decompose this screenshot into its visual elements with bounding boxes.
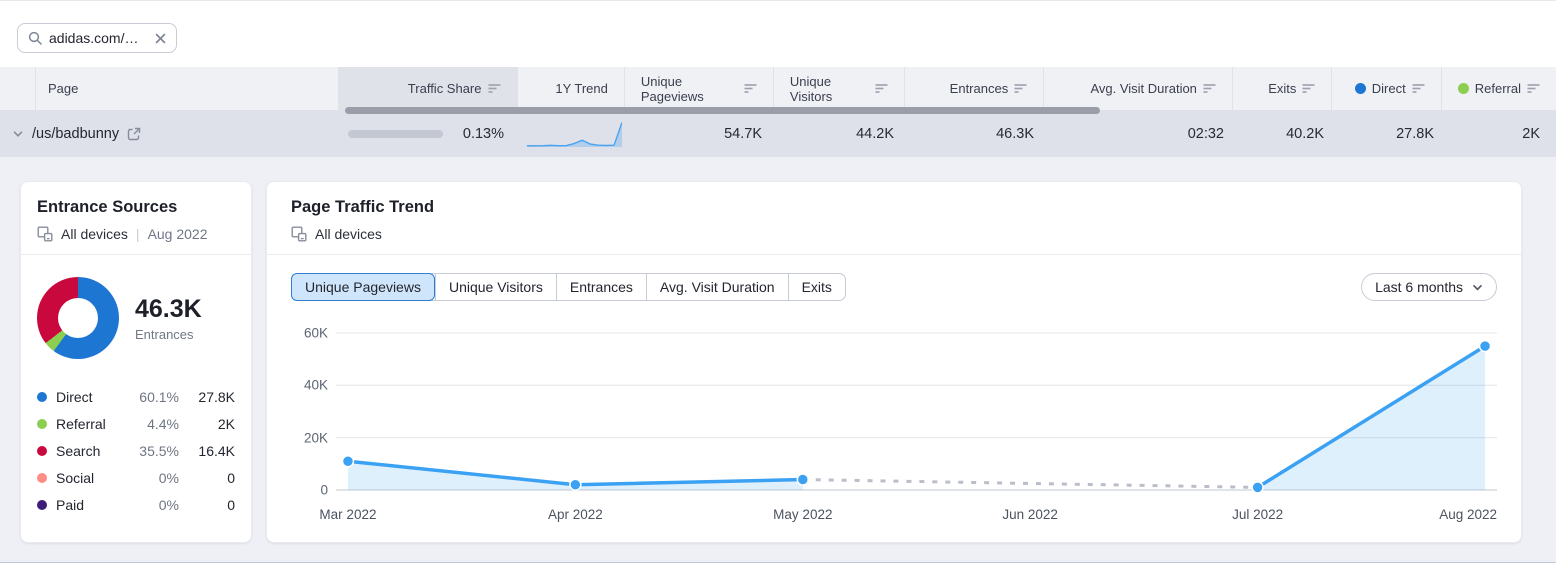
avg-visit-duration-cell: 02:32 [1050, 126, 1240, 142]
period-dropdown[interactable]: Last 6 months [1361, 273, 1497, 301]
y-axis-tick: 20K [291, 431, 328, 446]
column-header-unique-visitors[interactable]: Unique Visitors [773, 67, 904, 110]
page-filter-input[interactable]: adidas.com/… [17, 23, 177, 53]
sort-icon [1203, 83, 1216, 94]
legend-item-social: Social 0% 0 [37, 464, 235, 491]
page-traffic-trend-title: Page Traffic Trend [291, 198, 1497, 217]
x-axis-tick: Aug 2022 [1439, 507, 1497, 522]
metric-tabs: Unique Pageviews Unique Visitors Entranc… [291, 273, 846, 301]
legend-item-direct: Direct 60.1% 27.8K [37, 383, 235, 410]
legend-dot-icon [37, 500, 47, 510]
top-bar: adidas.com/… [0, 0, 1556, 67]
entrances-total-label: Entrances [135, 327, 202, 342]
column-header-avg-visit-duration[interactable]: Avg. Visit Duration [1043, 67, 1232, 110]
devices-icon [37, 226, 53, 242]
traffic-share-bar [348, 130, 443, 138]
legend-item-search: Search 35.5% 16.4K [37, 437, 235, 464]
entrance-sources-card: Entrance Sources All devices | Aug 2022 … [20, 181, 252, 543]
sort-icon [1527, 83, 1540, 94]
direct-cell: 27.8K [1340, 126, 1450, 142]
clear-search-icon[interactable] [155, 33, 166, 44]
legend-item-referral: Referral 4.4% 2K [37, 410, 235, 437]
trend-line-chart: 60K 40K 20K 0 Mar 2022 Apr 2022 May 2022… [291, 325, 1497, 530]
column-header-page: Page [0, 67, 338, 110]
table-header: Page Traffic Share 1Y Trend Unique Pagev… [0, 67, 1556, 110]
column-header-traffic-share[interactable]: Traffic Share [338, 67, 517, 110]
column-header-unique-pageviews[interactable]: Unique Pageviews [624, 67, 773, 110]
device-filter-label: All devices [315, 226, 382, 242]
column-header-entrances[interactable]: Entrances [904, 67, 1043, 110]
devices-icon [291, 226, 307, 242]
sort-icon [744, 83, 757, 94]
legend-dot-icon [37, 446, 47, 456]
unique-visitors-cell: 44.2K [778, 126, 910, 142]
y-axis-tick: 40K [291, 378, 328, 393]
page-cell: /us/badbunny [0, 126, 340, 142]
column-header-1y-trend: 1Y Trend [517, 67, 624, 110]
sort-icon [1014, 83, 1027, 94]
tab-unique-pageviews[interactable]: Unique Pageviews [291, 273, 435, 301]
entrances-cell: 46.3K [910, 126, 1050, 142]
x-axis-tick: Jun 2022 [1002, 507, 1058, 522]
y-axis-tick: 60K [291, 326, 328, 341]
external-link-icon[interactable] [127, 127, 141, 141]
x-axis-tick: Apr 2022 [548, 507, 603, 522]
sort-icon [1412, 83, 1425, 94]
table-row[interactable]: /us/badbunny 0.13% 54.7K 44.2K 46.3K 02:… [0, 110, 1556, 157]
legend-item-paid: Paid 0% 0 [37, 491, 235, 518]
search-value: adidas.com/… [49, 30, 148, 46]
device-filter-label: All devices [61, 226, 128, 242]
period-label: Aug 2022 [148, 226, 208, 242]
tab-unique-visitors[interactable]: Unique Visitors [435, 274, 556, 300]
chevron-down-icon [1472, 282, 1483, 293]
direct-dot-icon [1355, 83, 1366, 94]
page-url-link[interactable]: /us/badbunny [32, 126, 119, 142]
traffic-share-cell: 0.13% [340, 126, 520, 142]
legend-dot-icon [37, 392, 47, 402]
entrance-sources-legend: Direct 60.1% 27.8K Referral 4.4% 2K Sear… [37, 383, 235, 518]
tab-exits[interactable]: Exits [788, 274, 845, 300]
expand-chevron-icon[interactable] [12, 128, 24, 140]
tab-avg-visit-duration[interactable]: Avg. Visit Duration [646, 274, 788, 300]
x-axis-tick: Mar 2022 [319, 507, 376, 522]
column-header-referral[interactable]: Referral [1441, 67, 1556, 110]
entrance-sources-title: Entrance Sources [37, 198, 235, 217]
tab-entrances[interactable]: Entrances [556, 274, 646, 300]
page-traffic-trend-card: Page Traffic Trend All devices Unique Pa… [266, 181, 1522, 543]
column-header-direct[interactable]: Direct [1331, 67, 1440, 110]
traffic-share-value: 0.13% [463, 126, 504, 142]
exits-cell: 40.2K [1240, 126, 1340, 142]
legend-dot-icon [37, 473, 47, 483]
bottom-divider [0, 562, 1556, 563]
referral-cell: 2K [1450, 126, 1556, 142]
1y-trend-cell [520, 118, 628, 150]
search-icon [28, 31, 42, 45]
entrances-total: 46.3K [135, 295, 202, 324]
entrance-sources-donut-chart [37, 277, 119, 359]
sort-icon [1302, 83, 1315, 94]
y-axis-tick: 0 [291, 483, 328, 498]
column-header-exits[interactable]: Exits [1232, 67, 1331, 110]
header-gutter-divider [35, 67, 36, 110]
referral-dot-icon [1458, 83, 1469, 94]
content-area: Entrance Sources All devices | Aug 2022 … [0, 157, 1556, 562]
x-axis-tick: Jul 2022 [1232, 507, 1283, 522]
trend-chart-svg [336, 325, 1497, 500]
sort-icon [488, 83, 501, 94]
legend-dot-icon [37, 419, 47, 429]
traffic-analytics-page: adidas.com/… Page Traffic Share 1Y Trend… [0, 0, 1556, 563]
sort-icon [875, 83, 888, 94]
x-axis-tick: May 2022 [773, 507, 832, 522]
unique-pageviews-cell: 54.7K [628, 126, 778, 142]
horizontal-scrollbar-thumb[interactable] [345, 107, 1100, 114]
sparkline-chart [527, 118, 622, 150]
